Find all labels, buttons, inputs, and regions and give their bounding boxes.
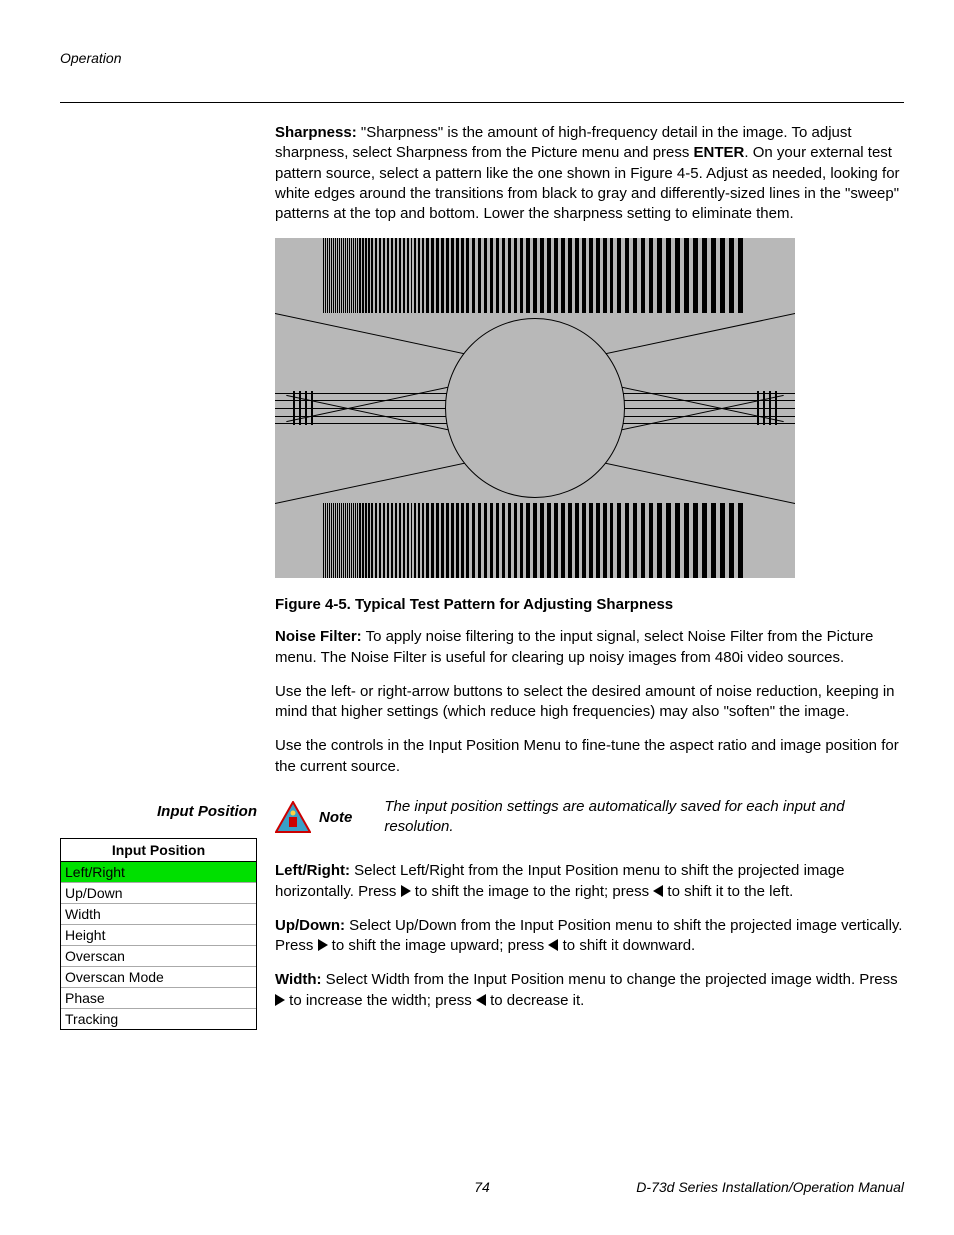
sweep-top — [323, 238, 747, 313]
figure-test-pattern — [275, 238, 795, 578]
menu-item[interactable]: Height — [61, 925, 256, 946]
text: Select Width from the Input Position men… — [322, 971, 898, 988]
note-text: The input position settings are automati… — [384, 797, 904, 838]
menu-item[interactable]: Tracking — [61, 1009, 256, 1029]
label-width: Width: — [275, 971, 322, 988]
menu-input-position: Input Position Left/Right Up/Down Width … — [60, 838, 257, 1030]
para-noise-filter: Noise Filter: To apply noise filtering t… — [275, 627, 904, 668]
sidebar-heading-input-position: Input Position — [60, 803, 257, 820]
page-number: 74 — [474, 1179, 490, 1195]
tick-group — [757, 391, 777, 425]
note-block: Note The input position settings are aut… — [275, 797, 904, 838]
menu-item[interactable]: Left/Right — [61, 862, 256, 883]
menu-title: Input Position — [61, 839, 256, 862]
header-rule — [60, 102, 904, 103]
right-column: Sharpness: "Sharpness" is the amount of … — [275, 123, 904, 1030]
label-updown: Up/Down: — [275, 917, 345, 934]
text: to shift it to the left. — [663, 883, 793, 900]
para-input-position-intro: Use the controls in the Input Position M… — [275, 736, 904, 777]
note-label: Note — [319, 809, 352, 826]
footer: 74 D-73d Series Installation/Operation M… — [60, 1179, 904, 1195]
text: to shift the image upward; press — [328, 937, 549, 954]
tick-group — [293, 391, 313, 425]
para-leftright: Left/Right: Select Left/Right from the I… — [275, 861, 904, 902]
text: to decrease it. — [486, 992, 584, 1009]
left-column: Input Position Input Position Left/Right… — [60, 123, 275, 1030]
menu-item[interactable]: Phase — [61, 988, 256, 1009]
header-section: Operation — [60, 50, 904, 66]
text: to increase the width; press — [285, 992, 476, 1009]
label-enter: ENTER — [694, 144, 745, 161]
menu-item[interactable]: Overscan Mode — [61, 967, 256, 988]
para-width: Width: Select Width from the Input Posit… — [275, 970, 904, 1011]
arrow-right-icon — [275, 994, 285, 1006]
para-updown: Up/Down: Select Up/Down from the Input P… — [275, 916, 904, 957]
text: To apply noise filtering to the input si… — [275, 628, 873, 665]
arrow-right-icon — [401, 885, 411, 897]
menu-item[interactable]: Overscan — [61, 946, 256, 967]
arrow-right-icon — [318, 939, 328, 951]
circle — [445, 318, 625, 498]
arrow-left-icon — [476, 994, 486, 1006]
label-leftright: Left/Right: — [275, 862, 350, 879]
text: to shift it downward. — [558, 937, 695, 954]
text: to shift the image to the right; press — [411, 883, 654, 900]
arrow-left-icon — [653, 885, 663, 897]
sweep-bottom — [323, 503, 747, 578]
arrow-left-icon — [548, 939, 558, 951]
content-area: Input Position Input Position Left/Right… — [60, 123, 904, 1030]
label-sharpness: Sharpness: — [275, 124, 357, 141]
warning-triangle-icon — [275, 801, 311, 833]
figure-caption: Figure 4-5. Typical Test Pattern for Adj… — [275, 596, 904, 613]
manual-title: D-73d Series Installation/Operation Manu… — [636, 1179, 904, 1195]
para-noise-2: Use the left- or right-arrow buttons to … — [275, 682, 904, 723]
menu-item[interactable]: Up/Down — [61, 883, 256, 904]
label-noise-filter: Noise Filter: — [275, 628, 362, 645]
menu-item[interactable]: Width — [61, 904, 256, 925]
para-sharpness: Sharpness: "Sharpness" is the amount of … — [275, 123, 904, 224]
